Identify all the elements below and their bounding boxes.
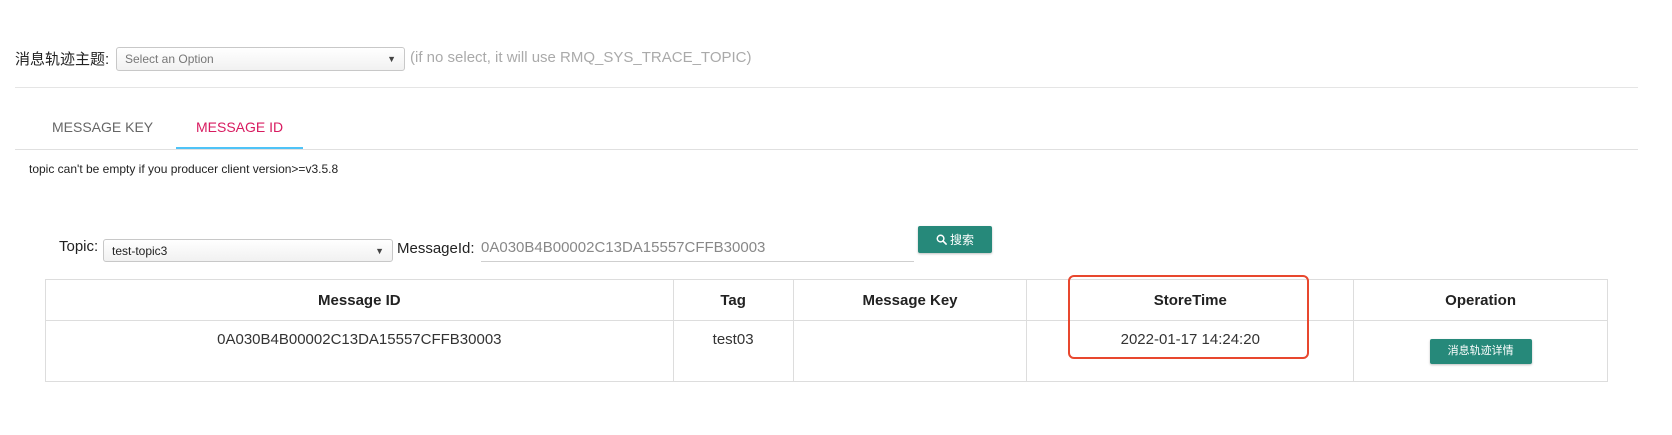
tab-divider [15, 149, 1638, 150]
results-table: Message ID Tag Message Key StoreTime Ope… [45, 279, 1608, 382]
column-header-message-id: Message ID [45, 279, 674, 321]
caret-down-icon: ▼ [387, 54, 396, 64]
tab-message-id[interactable]: MESSAGE ID [196, 119, 283, 135]
trace-topic-select[interactable]: Select an Option ▼ [116, 47, 405, 71]
trace-topic-select-value: Select an Option [125, 52, 214, 66]
table-header-row: Message ID Tag Message Key StoreTime Ope… [45, 279, 1608, 321]
tab-message-key[interactable]: MESSAGE KEY [52, 119, 153, 135]
cell-tag: test03 [672, 320, 794, 382]
version-notice: topic can't be empty if you producer cli… [29, 162, 339, 176]
column-header-tag: Tag [672, 279, 794, 321]
column-header-operation: Operation [1353, 279, 1608, 321]
trace-topic-hint: (if no select, it will use RMQ_SYS_TRACE… [410, 49, 752, 66]
search-icon [936, 234, 947, 245]
caret-down-icon: ▼ [375, 246, 384, 256]
cell-store-time: 2022-01-17 14:24:20 [1026, 320, 1355, 382]
cell-message-id: 0A030B4B00002C13DA15557CFFB30003 [45, 320, 674, 382]
column-header-store-time: StoreTime [1026, 279, 1355, 321]
cell-operation: 消息轨迹详情 [1353, 320, 1608, 382]
table-row: 0A030B4B00002C13DA15557CFFB30003 test03 … [45, 320, 1608, 382]
message-id-input[interactable] [481, 234, 914, 262]
search-button-label: 搜索 [949, 233, 974, 247]
cell-message-key [792, 320, 1028, 382]
message-id-label: MessageId: [397, 240, 475, 257]
column-header-message-key: Message Key [792, 279, 1028, 321]
topic-select[interactable]: test-topic3 ▼ [103, 239, 393, 262]
search-button[interactable]: 搜索 [918, 226, 992, 253]
trace-topic-label: 消息轨迹主题: [15, 51, 110, 68]
topic-select-value: test-topic3 [112, 244, 168, 258]
topic-label: Topic: [59, 238, 99, 255]
divider [15, 87, 1638, 88]
trace-detail-button[interactable]: 消息轨迹详情 [1429, 339, 1532, 364]
